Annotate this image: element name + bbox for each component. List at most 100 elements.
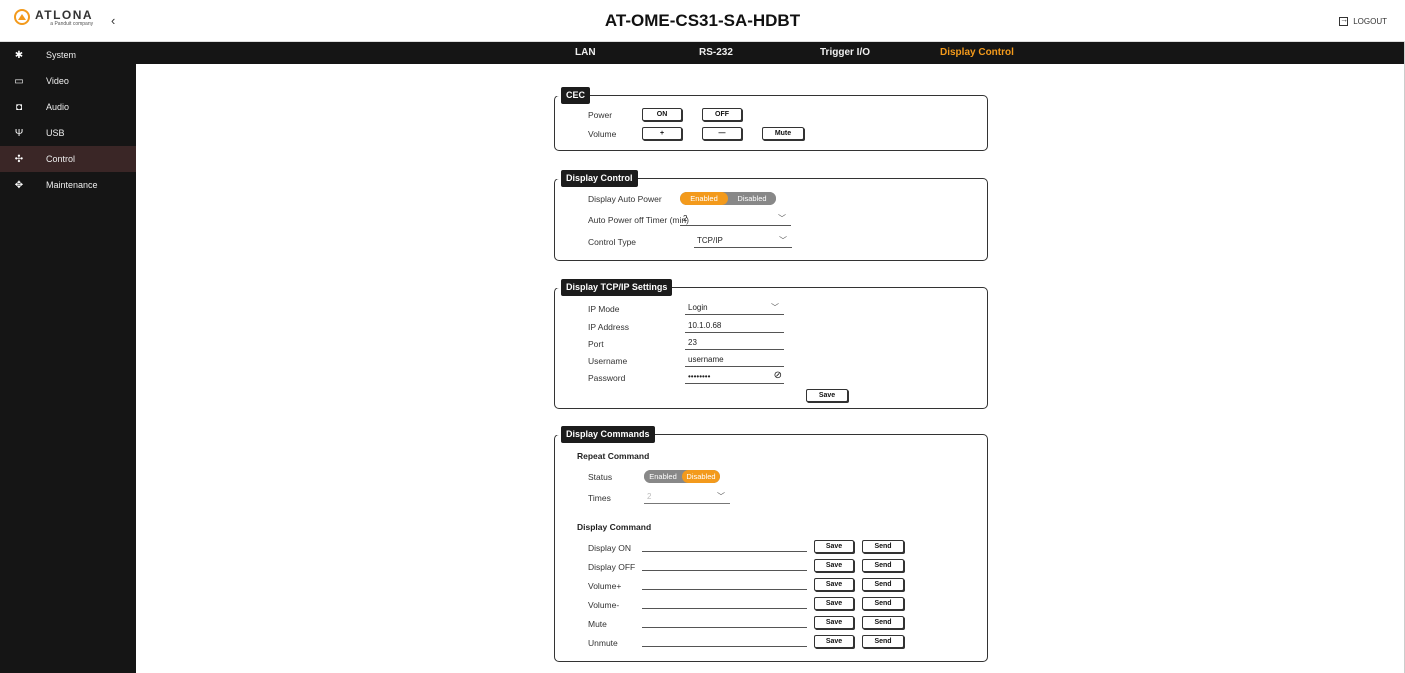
- display-command-heading: Display Command: [577, 522, 652, 532]
- toggle-enabled[interactable]: Enabled: [644, 470, 682, 483]
- display-commands-panel: Display Commands Repeat Command Status E…: [554, 426, 988, 662]
- sidebar-item-label: Control: [46, 154, 76, 164]
- timer-select[interactable]: 2 ﹀: [680, 213, 791, 226]
- send-display-off-button[interactable]: Send: [862, 559, 904, 572]
- network-icon: ✣: [14, 153, 24, 165]
- tab-display-control[interactable]: Display Control: [940, 47, 1014, 58]
- ip-mode-select[interactable]: Login ﹀: [685, 302, 784, 315]
- chevron-down-icon: ﹀: [717, 492, 725, 501]
- command-field-unmute[interactable]: [642, 634, 807, 647]
- control-type-value: TCP/IP: [697, 236, 723, 245]
- repeat-status-toggle[interactable]: Enabled Disabled: [644, 470, 720, 483]
- save-volume-up-button[interactable]: Save: [814, 578, 854, 591]
- cec-volume-down-button[interactable]: —: [702, 127, 742, 140]
- toggle-disabled[interactable]: Disabled: [728, 192, 776, 205]
- sidebar-item-video[interactable]: ▭ Video: [0, 68, 136, 94]
- volume-label: Volume: [588, 129, 617, 139]
- command-field-mute[interactable]: [642, 615, 807, 628]
- speaker-icon: ◘: [15, 101, 23, 113]
- times-select[interactable]: 2 ﹀: [644, 491, 730, 504]
- command-label-volume-up: Volume+: [588, 581, 622, 591]
- command-label-display-on: Display ON: [588, 543, 631, 553]
- hide-password-icon[interactable]: ⊘: [774, 370, 782, 382]
- sidebar-item-system[interactable]: ✱ System: [0, 42, 136, 68]
- sidebar-item-label: Maintenance: [46, 180, 98, 190]
- send-display-on-button[interactable]: Send: [862, 540, 904, 553]
- username-field[interactable]: username: [685, 354, 784, 367]
- command-field-display-off[interactable]: [642, 558, 807, 571]
- save-volume-down-button[interactable]: Save: [814, 597, 854, 610]
- logout-icon: [1339, 15, 1349, 26]
- tab-lan[interactable]: LAN: [575, 47, 596, 58]
- port-label: Port: [588, 339, 604, 349]
- auto-power-label: Display Auto Power: [588, 194, 662, 204]
- panel-title: Display TCP/IP Settings: [554, 279, 673, 296]
- save-display-off-button[interactable]: Save: [814, 559, 854, 572]
- sidebar-item-label: Audio: [46, 102, 70, 112]
- send-volume-up-button[interactable]: Send: [862, 578, 904, 591]
- tcpip-settings-panel: Display TCP/IP Settings IP Mode Login ﹀ …: [554, 279, 988, 409]
- sidebar-item-usb[interactable]: Ψ USB: [0, 120, 136, 146]
- timer-value: 2: [683, 214, 688, 223]
- sidebar-item-control[interactable]: ✣ Control: [0, 146, 136, 172]
- cec-power-off-button[interactable]: OFF: [702, 108, 742, 121]
- auto-power-toggle[interactable]: Enabled Disabled: [680, 192, 776, 205]
- username-label: Username: [588, 356, 628, 366]
- password-label: Password: [588, 373, 626, 383]
- tab-rs232[interactable]: RS-232: [699, 47, 733, 58]
- tab-bar: LAN RS-232 Trigger I/O Display Control: [136, 42, 1405, 64]
- command-field-volume-down[interactable]: [642, 596, 807, 609]
- tcpip-save-button[interactable]: Save: [806, 389, 848, 402]
- password-value: ••••••••: [688, 372, 711, 381]
- sidebar-item-audio[interactable]: ◘ Audio: [0, 94, 136, 120]
- save-unmute-button[interactable]: Save: [814, 635, 854, 648]
- command-field-volume-up[interactable]: [642, 577, 807, 590]
- save-display-on-button[interactable]: Save: [814, 540, 854, 553]
- repeat-command-heading: Repeat Command: [577, 451, 650, 461]
- sidebar-item-maintenance[interactable]: ✥ Maintenance: [0, 172, 136, 198]
- ip-address-label: IP Address: [588, 322, 629, 332]
- password-field[interactable]: •••••••• ⊘: [685, 370, 784, 384]
- page-title: AT-OME-CS31-SA-HDBT: [604, 11, 801, 30]
- cec-volume-up-button[interactable]: +: [642, 127, 682, 140]
- chevron-down-icon: ﹀: [778, 214, 786, 223]
- ip-mode-value: Login: [688, 303, 708, 312]
- save-mute-button[interactable]: Save: [814, 616, 854, 629]
- chevron-down-icon: ﹀: [771, 303, 779, 312]
- logout-label: LOGOUT: [1353, 17, 1387, 26]
- times-value: 2: [647, 492, 652, 501]
- panel-title: CEC: [554, 87, 591, 104]
- control-type-select[interactable]: TCP/IP ﹀: [694, 235, 792, 248]
- timer-label: Auto Power off Timer (min): [588, 215, 689, 225]
- logout-button[interactable]: LOGOUT: [1339, 15, 1387, 26]
- panel-title: Display Control: [555, 170, 638, 187]
- command-label-volume-down: Volume-: [588, 600, 620, 610]
- times-label: Times: [588, 493, 611, 503]
- cec-power-on-button[interactable]: ON: [642, 108, 682, 121]
- toggle-disabled[interactable]: Disabled: [682, 470, 720, 483]
- arrows-icon: ✥: [14, 179, 24, 191]
- command-field-display-on[interactable]: [642, 539, 807, 552]
- cec-panel: CEC Power ON OFF Volume + — Mute: [554, 87, 988, 151]
- chevron-down-icon: ﹀: [779, 236, 787, 245]
- monitor-icon: ▭: [14, 75, 24, 87]
- gear-icon: ✱: [14, 49, 24, 61]
- usb-icon: Ψ: [14, 127, 24, 139]
- sidebar: ✱ System ▭ Video ◘ Audio Ψ USB ✣ Control…: [0, 42, 136, 673]
- sidebar-item-label: Video: [46, 76, 69, 86]
- command-label-unmute: Unmute: [588, 638, 618, 648]
- command-label-display-off: Display OFF: [588, 562, 636, 572]
- control-type-label: Control Type: [588, 237, 637, 247]
- send-unmute-button[interactable]: Send: [862, 635, 904, 648]
- toggle-enabled[interactable]: Enabled: [680, 192, 728, 205]
- cec-mute-button[interactable]: Mute: [762, 127, 804, 140]
- sidebar-item-label: System: [46, 50, 77, 60]
- send-mute-button[interactable]: Send: [862, 616, 904, 629]
- display-control-panel: Display Control Display Auto Power Enabl…: [554, 170, 988, 261]
- ip-mode-label: IP Mode: [588, 304, 620, 314]
- send-volume-down-button[interactable]: Send: [862, 597, 904, 610]
- port-field[interactable]: 23: [685, 337, 784, 350]
- tab-trigger-io[interactable]: Trigger I/O: [820, 47, 870, 58]
- command-label-mute: Mute: [588, 619, 607, 629]
- ip-address-field[interactable]: 10.1.0.68: [685, 320, 784, 333]
